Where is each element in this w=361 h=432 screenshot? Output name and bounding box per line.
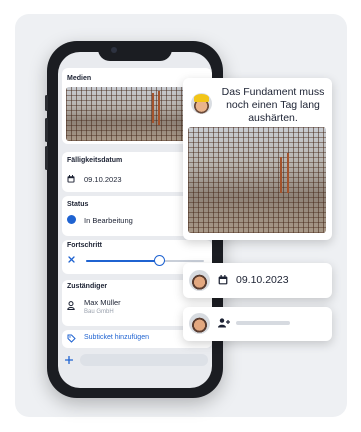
due-date-label: Fälligkeitsdatum xyxy=(67,157,123,164)
phone-side-button xyxy=(45,95,48,111)
date-card-value: 09.10.2023 xyxy=(236,274,289,286)
status-label: Status xyxy=(67,201,89,208)
camera-icon xyxy=(111,47,117,53)
progress-label: Fortschritt xyxy=(67,242,102,249)
phone-notch xyxy=(98,43,172,61)
subticket-link[interactable]: Subticket hinzufügen xyxy=(84,334,149,341)
due-date-value: 09.10.2023 xyxy=(84,175,122,184)
comment-input[interactable] xyxy=(80,354,208,366)
calendar-icon xyxy=(67,175,75,183)
progress-slider-fill xyxy=(86,260,160,262)
comment-message: Das Fundament muss noch einen Tag lang a… xyxy=(221,86,325,124)
status-dot-icon xyxy=(67,215,76,224)
assignee-avatar xyxy=(189,270,210,291)
assign-placeholder-bar xyxy=(236,321,290,325)
worker-avatar xyxy=(191,93,212,114)
phone-volume-down xyxy=(45,146,48,170)
media-label: Medien xyxy=(67,75,92,82)
assignee-name: Max Müller xyxy=(84,298,121,307)
user-icon xyxy=(67,301,75,310)
plus-icon[interactable] xyxy=(65,356,73,364)
phone-volume-up xyxy=(45,118,48,142)
calendar-icon xyxy=(218,275,228,285)
add-user-icon[interactable] xyxy=(218,318,230,328)
close-icon[interactable] xyxy=(68,256,75,263)
assignee-company: Bau GmbH xyxy=(84,309,114,315)
comment-photo[interactable] xyxy=(188,127,326,233)
tag-icon xyxy=(67,334,76,343)
progress-slider-thumb[interactable] xyxy=(153,255,165,266)
status-value: In Bearbeitung xyxy=(84,216,133,225)
assign-avatar xyxy=(189,313,210,334)
assignee-label: Zuständiger xyxy=(67,283,108,290)
